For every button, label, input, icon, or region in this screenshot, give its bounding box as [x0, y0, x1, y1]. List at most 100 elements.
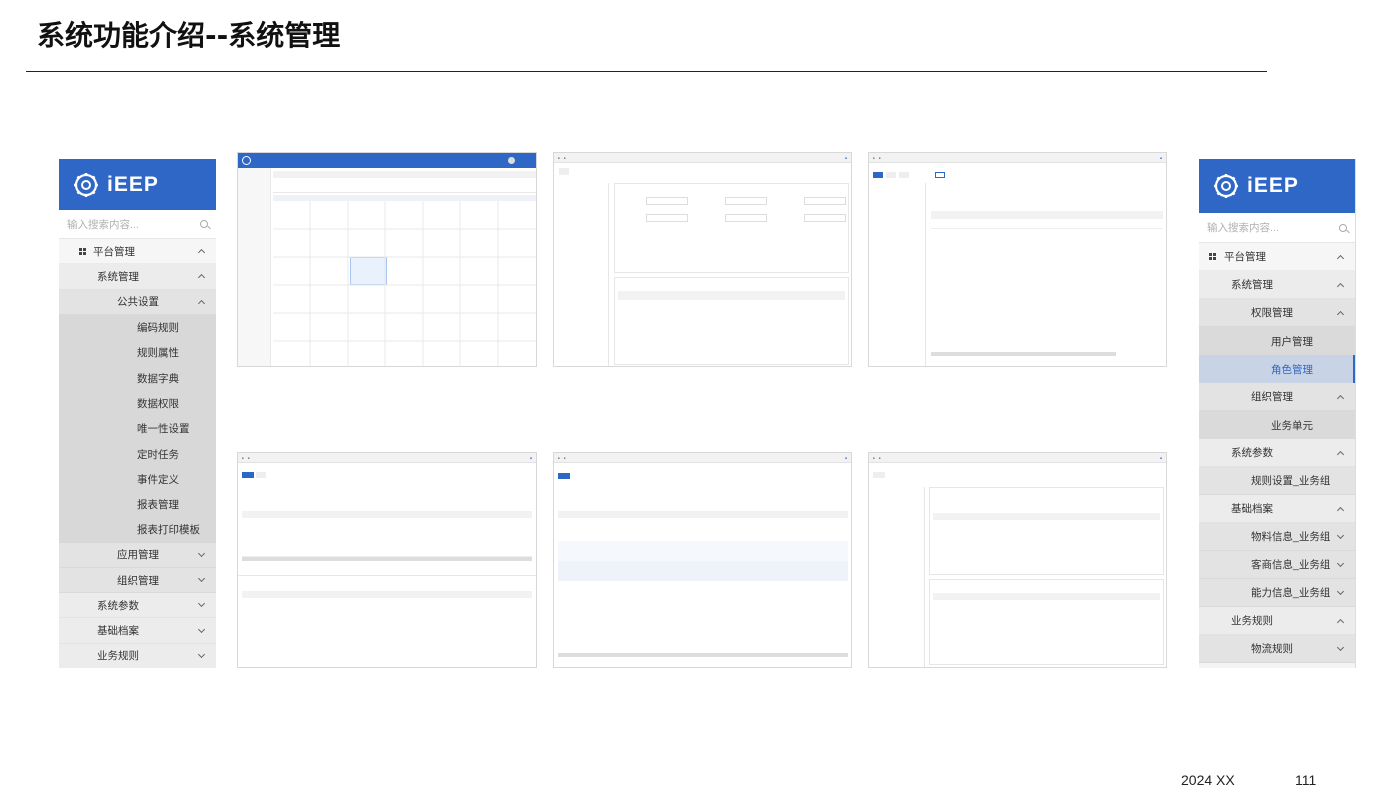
chevron-down-icon[interactable] [197, 600, 206, 608]
left-sidebar-menu: iEEP 输入搜索内容... 平台管理系统管理公共设置编码规则规则属性数据字典数… [59, 159, 216, 668]
menu-item-9[interactable]: 定时任务 [59, 441, 216, 467]
chevron-down-icon[interactable] [1336, 559, 1345, 567]
menu-item-11[interactable]: 报表管理 [59, 491, 216, 518]
menu-item-3[interactable]: 公共设置 [59, 289, 216, 315]
chevron-up-icon[interactable] [1336, 254, 1345, 262]
search-icon[interactable] [1339, 223, 1347, 232]
menu-item-1[interactable]: 平台管理 [59, 239, 216, 265]
menu-item-label: 能力信息_业务组 [1251, 587, 1331, 599]
chevron-down-icon[interactable] [1336, 643, 1345, 651]
menu-item-label: 物流规则 [1251, 643, 1293, 655]
menu-item-label: 组织管理 [117, 574, 159, 587]
menu-item-15[interactable]: 系统参数 [59, 593, 216, 619]
brand-header: iEEP [1199, 159, 1355, 213]
menu-item-label: 业务规则 [1231, 615, 1273, 627]
menu-item-label: 定时任务 [137, 448, 179, 461]
search-placeholder: 输入搜索内容... [67, 218, 139, 231]
menu-item-label: 数据权限 [137, 397, 179, 410]
menu-item-12[interactable]: 客商信息_业务组 [1199, 551, 1355, 579]
chevron-up-icon[interactable] [1336, 394, 1345, 402]
slide: 系统功能介绍--系统管理 iEEP 输入搜索内容... 平台管理系统管理公共设置… [0, 0, 1398, 793]
gear-logo-icon [1214, 174, 1238, 198]
menu-item-label: 系统参数 [1231, 447, 1273, 459]
menu-item-8[interactable]: 唯一性设置 [59, 416, 216, 442]
menu-item-6[interactable]: 组织管理 [1199, 383, 1355, 411]
menu-item-3[interactable]: 权限管理 [1199, 299, 1355, 327]
chevron-down-icon[interactable] [197, 574, 206, 583]
menu-item-label: 组织管理 [1251, 391, 1293, 403]
tree-table-screenshot: ■ ■ ■ [868, 152, 1167, 367]
menu-item-label: 报表管理 [137, 499, 179, 512]
menu-item-label: 事件定义 [137, 473, 179, 486]
menu-item-label: 应用管理 [117, 549, 159, 562]
chevron-down-icon[interactable] [1336, 587, 1345, 595]
menu-item-label: 平台管理 [1224, 251, 1266, 263]
chevron-up-icon[interactable] [1336, 506, 1345, 514]
menu-item-label: 系统管理 [97, 270, 139, 283]
menu-item-label: 报表打印模板 [137, 524, 200, 537]
chevron-up-icon[interactable] [197, 299, 206, 307]
menu-item-label: 角色管理 [1271, 363, 1313, 376]
title-divider [26, 71, 1267, 72]
chevron-down-icon[interactable] [197, 650, 206, 658]
brand-name: iEEP [1247, 174, 1299, 197]
menu-item-2[interactable]: 系统管理 [59, 264, 216, 290]
chevron-up-icon[interactable] [197, 249, 206, 257]
chevron-down-icon[interactable] [1336, 531, 1345, 539]
menu-item-label: 编码规则 [137, 322, 179, 335]
menu-item-14[interactable]: 业务规则 [1199, 607, 1355, 635]
chevron-up-icon[interactable] [197, 274, 206, 282]
gear-logo-icon [74, 172, 98, 197]
menu-search-input[interactable]: 输入搜索内容... [59, 210, 216, 239]
menu-item-13[interactable]: 能力信息_业务组 [1199, 579, 1355, 607]
menu-item-4[interactable]: 编码规则 [59, 314, 216, 341]
menu-item-10[interactable]: 基础档案 [1199, 495, 1355, 523]
brand-header: iEEP [59, 159, 216, 210]
menu-item-7[interactable]: 业务单元 [1199, 411, 1355, 439]
grid-icon [79, 247, 86, 255]
menu-item-4[interactable]: 用户管理 [1199, 327, 1355, 355]
menu-item-5[interactable]: 角色管理 [1199, 355, 1355, 383]
menu-item-label: 平台管理 [93, 245, 135, 258]
menu-item-5[interactable]: 规则属性 [59, 340, 216, 366]
brand-name: iEEP [107, 172, 159, 196]
menu-item-15[interactable]: 物流规则 [1199, 635, 1355, 663]
menu-item-11[interactable]: 物料信息_业务组 [1199, 523, 1355, 551]
menu-item-label: 业务单元 [1271, 419, 1313, 432]
menu-item-label: 系统管理 [1231, 279, 1273, 291]
menu-item-label: 基础档案 [1231, 503, 1273, 515]
chevron-up-icon[interactable] [1336, 310, 1345, 318]
menu-item-10[interactable]: 事件定义 [59, 466, 216, 492]
search-icon[interactable] [200, 220, 208, 228]
slide-title: 系统功能介绍--系统管理 [37, 19, 341, 52]
menu-item-6[interactable]: 数据字典 [59, 365, 216, 391]
chevron-up-icon[interactable] [1336, 450, 1345, 458]
chevron-up-icon[interactable] [1336, 282, 1345, 290]
chevron-down-icon[interactable] [197, 549, 206, 557]
menu-item-label: 唯一性设置 [137, 423, 190, 436]
menu-item-label: 数据字典 [137, 372, 179, 385]
menu-item-1[interactable]: 平台管理 [1199, 243, 1355, 271]
menu-search-input[interactable]: 输入搜索内容... [1199, 213, 1355, 243]
form-screenshot: ■ ■ ■ [553, 152, 852, 367]
menu-item-label: 物料信息_业务组 [1251, 531, 1331, 543]
footer-date: 2024 XX [1181, 772, 1235, 788]
grid-icon [1209, 253, 1216, 260]
menu-item-label: 基础档案 [97, 625, 139, 638]
chevron-down-icon[interactable] [197, 625, 206, 633]
list-screenshot: ■ ■ ■ [237, 452, 537, 668]
menu-item-13[interactable]: 应用管理 [59, 542, 216, 568]
menu-item-label: 业务规则 [97, 650, 139, 663]
page-number: 111 [1295, 772, 1317, 788]
menu-item-label: 客商信息_业务组 [1251, 559, 1331, 571]
menu-item-12[interactable]: 报表打印模板 [59, 517, 216, 543]
menu-item-17[interactable]: 业务规则 [59, 643, 216, 668]
menu-item-2[interactable]: 系统管理 [1199, 271, 1355, 299]
chevron-up-icon[interactable] [1336, 618, 1345, 626]
menu-item-14[interactable]: 组织管理 [59, 567, 216, 594]
menu-item-16[interactable]: 基础档案 [59, 618, 216, 644]
menu-item-9[interactable]: 规则设置_业务组 [1199, 467, 1355, 495]
menu-item-7[interactable]: 数据权限 [59, 390, 216, 417]
menu-item-8[interactable]: 系统参数 [1199, 439, 1355, 467]
split-table-screenshot: ■ ■ ■ [868, 452, 1167, 668]
